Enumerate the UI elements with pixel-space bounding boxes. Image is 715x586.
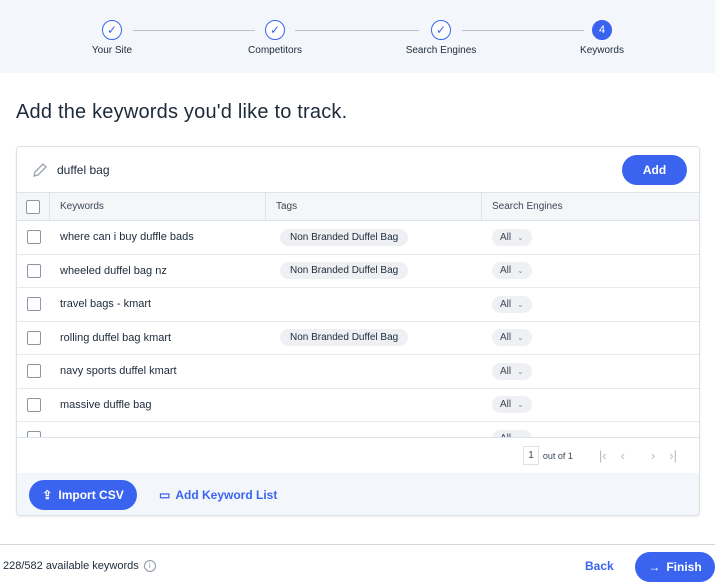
search-engine-select[interactable]: All⌄ [492, 429, 532, 437]
row-checkbox[interactable] [26, 330, 41, 345]
search-engine-select[interactable]: All⌄ [492, 295, 532, 313]
search-engine-select[interactable]: All⌄ [492, 262, 532, 280]
tag-chip[interactable]: Non Branded Duffel Bag [280, 228, 409, 246]
search-engine-select[interactable]: All⌄ [492, 228, 532, 246]
page-title: Add the keywords you'd like to track. [16, 101, 348, 123]
prev-page-icon[interactable]: ‹ [621, 448, 625, 463]
table-row[interactable]: where can i buy duffle bads Non Branded … [17, 221, 699, 255]
keyword-cell: rolling duffel bag kmart [60, 331, 172, 344]
table-row[interactable]: All⌄ [17, 422, 699, 437]
back-button[interactable]: Back [585, 559, 614, 573]
chevron-down-icon: ⌄ [517, 434, 524, 437]
column-keywords[interactable]: Keywords [50, 193, 266, 220]
chevron-down-icon: ⌄ [517, 299, 524, 309]
row-checkbox[interactable] [26, 397, 41, 412]
upload-icon: ⇪ [42, 488, 53, 502]
next-page-icon[interactable]: › [651, 448, 655, 463]
step-search-engines[interactable]: ✓ Search Engines [381, 20, 501, 56]
search-engine-select[interactable]: All⌄ [492, 329, 532, 347]
tag-cell: Non Branded Duffel Bag [266, 262, 482, 280]
table-row[interactable]: navy sports duffel kmart All ⌄ [17, 355, 699, 389]
row-checkbox-cell [17, 330, 50, 345]
tag-chip[interactable]: Non Branded Duffel Bag [280, 262, 409, 280]
engine-cell: All⌄ [482, 362, 532, 380]
keyword-input-row: Add [17, 147, 699, 193]
row-checkbox-cell [17, 431, 50, 437]
select-all-cell [17, 193, 50, 220]
list-icon: ▭ [159, 488, 171, 502]
check-icon: ✓ [102, 20, 122, 40]
check-icon: ✓ [431, 20, 451, 40]
chevron-down-icon: ⌄ [517, 400, 524, 410]
keyword-cell: navy sports duffel kmart [60, 365, 177, 378]
table-row[interactable]: travel bags - kmart All ⌄ [17, 288, 699, 322]
pagination: 1 out of 1 |‹ ‹ › ›| [17, 437, 699, 473]
footer-bar: 228/582 available keywords i Back → Finish [0, 544, 715, 586]
row-checkbox[interactable] [26, 297, 41, 312]
row-checkbox-cell [17, 263, 50, 278]
engine-cell: All⌄ [482, 295, 532, 313]
arrow-right-icon: → [648, 560, 661, 574]
import-csv-button[interactable]: ⇪ Import CSV [29, 480, 137, 510]
row-checkbox-cell [17, 364, 50, 379]
tag-cell: Non Branded Duffel Bag [266, 228, 482, 246]
column-search-engines[interactable]: Search Engines [482, 193, 699, 220]
select-all-checkbox[interactable] [26, 199, 40, 214]
table-body[interactable]: where can i buy duffle bads Non Branded … [17, 221, 699, 437]
engine-cell: All⌄ [482, 429, 532, 437]
row-checkbox-cell [17, 297, 50, 312]
step-keywords: 4 Keywords [542, 20, 662, 56]
keywords-card: Add Keywords Tags Search Engines where c… [16, 146, 700, 516]
search-engine-select[interactable]: All⌄ [492, 362, 532, 380]
stepper: ✓ Your Site ✓ Competitors ✓ Search Engines … [0, 0, 715, 73]
step-competitors[interactable]: ✓ Competitors [215, 20, 335, 56]
engine-cell: All⌄ [482, 396, 532, 414]
card-actions: ⇪ Import CSV ▭ Add Keyword List [17, 473, 699, 515]
keyword-cell: wheeled duffel bag nz [60, 264, 167, 277]
tag-cell: Non Branded Duffel Bag [266, 329, 482, 347]
chevron-down-icon: ⌄ [517, 266, 524, 276]
last-page-icon[interactable]: ›| [669, 448, 677, 463]
table-header: Keywords Tags Search Engines [17, 193, 699, 221]
pencil-icon [33, 162, 47, 177]
table-row[interactable]: rolling duffel bag kmart Non Branded Duf… [17, 322, 699, 355]
chevron-down-icon: ⌄ [517, 366, 524, 376]
engine-cell: All⌄ [482, 262, 532, 280]
page-number-input[interactable]: 1 [523, 446, 539, 465]
add-button[interactable]: Add [622, 154, 687, 185]
add-keyword-list-link[interactable]: ▭ Add Keyword List [159, 488, 277, 502]
row-checkbox[interactable] [26, 230, 41, 245]
row-checkbox[interactable] [26, 364, 41, 379]
row-checkbox[interactable] [26, 263, 41, 278]
check-icon: ✓ [265, 20, 285, 40]
table-row[interactable]: massive duffle bag All ⌄ [17, 389, 699, 422]
page-total: out of 1 [542, 450, 573, 461]
row-checkbox-cell [17, 397, 50, 412]
chevron-down-icon: ⌄ [517, 232, 524, 242]
first-page-icon[interactable]: |‹ [599, 448, 607, 463]
column-tags[interactable]: Tags [266, 193, 482, 220]
row-checkbox[interactable] [26, 431, 41, 437]
search-engine-select[interactable]: All⌄ [492, 396, 532, 414]
keyword-cell: travel bags - kmart [60, 298, 152, 311]
info-icon[interactable]: i [143, 559, 156, 572]
keyword-input[interactable] [57, 162, 622, 177]
table-row[interactable]: wheeled duffel bag nz Non Branded Duffel… [17, 255, 699, 288]
tag-chip[interactable]: Non Branded Duffel Bag [280, 329, 409, 347]
keyword-cell: massive duffle bag [60, 398, 152, 411]
chevron-down-icon: ⌄ [517, 333, 524, 343]
row-checkbox-cell [17, 230, 50, 245]
keyword-cell: where can i buy duffle bads [60, 231, 194, 244]
step-number: 4 [592, 20, 612, 40]
available-keywords: 228/582 available keywords i [3, 559, 156, 572]
step-your-site[interactable]: ✓ Your Site [52, 20, 172, 56]
engine-cell: All⌄ [482, 329, 532, 347]
engine-cell: All⌄ [482, 228, 532, 246]
finish-button[interactable]: → Finish [635, 552, 715, 582]
